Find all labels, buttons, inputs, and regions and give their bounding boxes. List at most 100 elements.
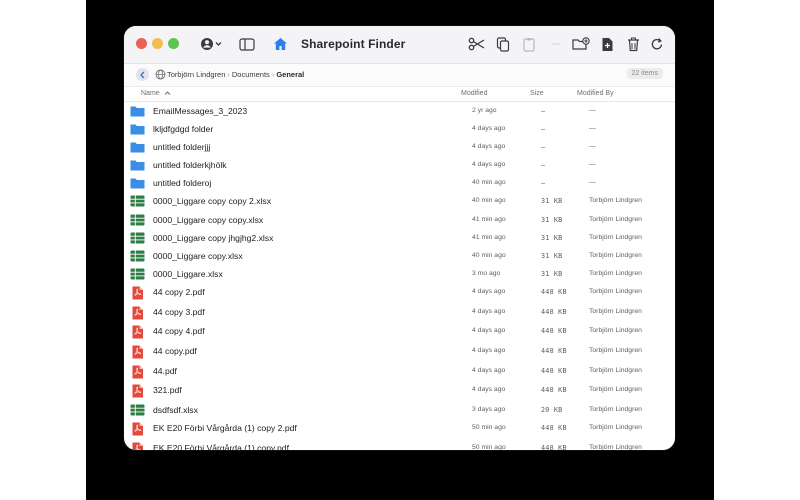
new-file-button[interactable] (598, 35, 616, 53)
file-modified-by: Torbjörn Lindgren (589, 233, 642, 241)
file-row[interactable]: 0000_Liggare copy.xlsx 40 min ago 31 KB Tor… (124, 247, 675, 265)
column-header-modified[interactable]: Modified (461, 90, 487, 97)
file-row[interactable]: 0000_Liggare.xlsx 3 mo ago 31 KB Torbjörn L… (124, 265, 675, 283)
column-header-size[interactable]: Size (530, 90, 544, 97)
folder-icon (130, 178, 145, 189)
file-name: untitled folderoj (153, 178, 212, 189)
delete-button[interactable] (624, 35, 642, 53)
pdf-icon (132, 442, 143, 450)
file-name: 0000_Liggare copy jhgjhg2.xlsx (153, 232, 274, 243)
file-modified-by: Torbjörn Lindgren (589, 215, 642, 223)
file-row[interactable]: 44 copy 4.pdf 4 days ago 448 KB Torbjörn Li… (124, 322, 675, 342)
file-modified: 40 min ago (472, 197, 506, 205)
file-row[interactable]: untitled folderjjj 4 days ago — — (124, 138, 675, 156)
column-header-modified-by[interactable]: Modified By (577, 90, 614, 97)
toolbar-separator (547, 35, 565, 53)
paste-button[interactable] (520, 35, 538, 53)
breadcrumb: Torbjörn Lindgren › Documents › General (167, 70, 304, 79)
file-name: 44 copy.pdf (153, 346, 197, 356)
file-row[interactable]: 44 copy.pdf 4 days ago 448 KB Torbjörn Lind… (124, 342, 675, 362)
file-row[interactable]: 44 copy 3.pdf 4 days ago 448 KB Torbjörn Li… (124, 303, 675, 323)
file-list: EmailMessages_3_2023 2 yr ago — — lkljdfgdgd… (124, 102, 675, 450)
file-modified-by: Torbjörn Lindgren (589, 386, 642, 394)
pdf-icon (132, 365, 143, 379)
window-title: Sharepoint Finder (301, 37, 406, 51)
file-row[interactable]: 0000_Liggare copy copy 2.xlsx 40 min ago 3… (124, 192, 675, 210)
file-modified-by: Torbjörn Lindgren (589, 347, 642, 354)
trash-icon (627, 37, 639, 51)
sidebar-toggle-button[interactable] (237, 34, 257, 54)
file-size: — (541, 107, 546, 115)
close-window-button[interactable] (136, 38, 147, 49)
account-menu-button[interactable] (199, 34, 225, 54)
home-icon (273, 38, 287, 50)
breadcrumb-separator: › (271, 70, 275, 79)
file-row[interactable]: 0000_Liggare copy jhgjhg2.xlsx 41 min ago… (124, 229, 675, 247)
breadcrumb-user[interactable]: Torbjörn Lindgren (167, 70, 225, 79)
file-name: 321.pdf (153, 385, 182, 396)
file-size: — (541, 125, 546, 134)
file-size: 448 KB (541, 386, 567, 395)
file-size: 448 KB (541, 424, 567, 433)
spreadsheet-icon (130, 214, 145, 226)
file-row[interactable]: 44 copy 2.pdf 4 days ago 448 KB Torbjörn Li… (124, 283, 675, 303)
file-name: 44 copy 4.pdf (153, 326, 205, 337)
folder-icon (130, 106, 145, 117)
file-modified-by: Torbjörn Lindgren (589, 269, 642, 277)
file-row[interactable]: lkljdfgdgd folder 4 days ago — — (124, 120, 675, 138)
pdf-icon (132, 306, 143, 320)
spreadsheet-icon (130, 250, 145, 262)
file-size: 448 KB (541, 307, 567, 316)
file-name: lkljdfgdgd folder (153, 124, 214, 135)
folder-icon (130, 142, 145, 153)
new-folder-button[interactable] (572, 35, 590, 53)
file-modified: 50 min ago (472, 424, 506, 432)
file-name: 0000_Liggare.xlsx (153, 268, 223, 279)
file-modified: 3 days ago (472, 406, 506, 414)
copy-icon (496, 36, 510, 52)
file-name: 44 copy 3.pdf (153, 306, 205, 317)
breadcrumb-documents[interactable]: Documents (232, 70, 270, 79)
file-size: — (541, 179, 546, 188)
file-size: 31 KB (541, 269, 563, 278)
column-header-row: Name Modified Size Modified By (124, 87, 675, 102)
file-row[interactable]: untitled folderoj 40 min ago — — (124, 174, 675, 192)
file-row[interactable]: 44.pdf 4 days ago 448 KB Torbjörn Lindgren (124, 362, 675, 382)
column-header-name[interactable]: Name (141, 90, 171, 97)
file-size: 448 KB (541, 327, 567, 336)
file-row[interactable]: untitled folderkjhölk 4 days ago — — (124, 156, 675, 174)
file-modified-by: Torbjörn Lindgren (589, 307, 642, 315)
folder-icon (130, 160, 145, 171)
file-modified: 4 days ago (472, 125, 506, 133)
file-name: EmailMessages_3_2023 (153, 106, 248, 116)
file-row[interactable]: EmailMessages_3_2023 2 yr ago — — (124, 102, 675, 120)
file-size: 31 KB (541, 251, 563, 260)
cut-button[interactable] (467, 35, 485, 53)
spreadsheet-icon (130, 232, 145, 244)
home-button[interactable] (271, 34, 289, 54)
file-name: EK E20 Förbi Vårgårda (1) copy 2.pdf (153, 423, 297, 434)
pdf-icon (132, 422, 143, 436)
breadcrumb-current[interactable]: General (276, 70, 304, 79)
zoom-window-button[interactable] (168, 38, 179, 49)
back-button[interactable] (136, 68, 149, 81)
file-row[interactable]: EK E20 Förbi Vårgårda (1) copy.pdf 50 min… (124, 439, 675, 450)
file-row[interactable]: dsdfsdf.xlsx 3 days ago 20 KB Torbjörn Lind… (124, 401, 675, 419)
scissors-icon (468, 37, 484, 51)
file-modified: 4 days ago (472, 161, 506, 169)
file-size: 20 KB (541, 406, 563, 415)
file-row[interactable]: EK E20 Förbi Vårgårda (1) copy 2.pdf 50 m… (124, 419, 675, 439)
path-bar: Torbjörn Lindgren › Documents › General 22 i… (124, 64, 675, 87)
refresh-button[interactable] (648, 35, 666, 53)
file-modified: 41 min ago (472, 215, 506, 223)
file-modified-by: — (589, 125, 596, 133)
file-row[interactable]: 321.pdf 4 days ago 448 KB Torbjörn Lindgren (124, 381, 675, 401)
minimize-window-button[interactable] (152, 38, 163, 49)
file-name: untitled folderkjhölk (153, 160, 227, 171)
copy-button[interactable] (494, 35, 512, 53)
chevron-up-icon (164, 91, 170, 96)
file-row[interactable]: 0000_Liggare copy copy.xlsx 41 min ago 31 … (124, 211, 675, 229)
file-modified-by: Torbjörn Lindgren (589, 327, 642, 335)
globe-icon (155, 69, 166, 80)
file-modified-by: Torbjörn Lindgren (589, 406, 642, 414)
